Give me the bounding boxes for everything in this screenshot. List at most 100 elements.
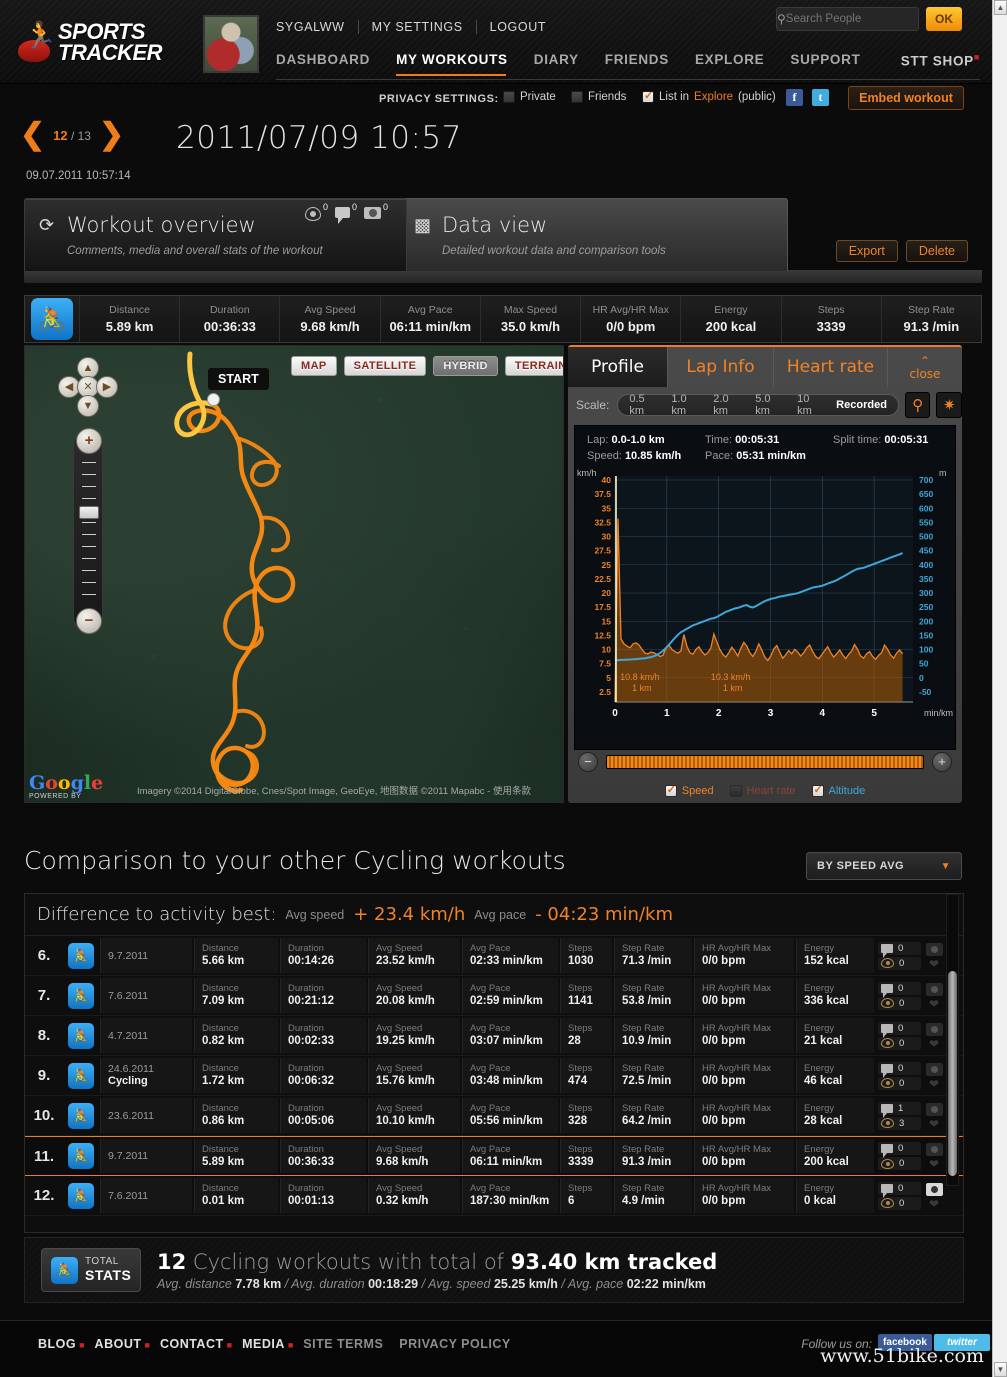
nav-dashboard[interactable]: DASHBOARD xyxy=(276,52,382,75)
chart-close-button[interactable]: ⌃ close xyxy=(887,347,962,387)
table-row[interactable]: 10. 🚴 23.6.2011 Distance 0.86 km Duratio… xyxy=(25,1096,963,1136)
heart-icon[interactable]: ❤ xyxy=(929,1118,939,1130)
row-comments[interactable]: 0 xyxy=(878,1142,921,1158)
user-link-settings[interactable]: MY SETTINGS xyxy=(359,20,476,34)
row-comments[interactable]: 1 xyxy=(878,1101,921,1118)
nav-support[interactable]: SUPPORT xyxy=(790,52,872,75)
row-views[interactable]: 0 xyxy=(878,1036,921,1050)
table-row[interactable]: 11. 🚴 9.7.2011 Distance 5.89 km Duration… xyxy=(25,1136,963,1176)
camera-icon[interactable] xyxy=(925,1102,943,1116)
chart-fullscreen-icon[interactable]: ✷ xyxy=(936,392,963,418)
facebook-share-icon[interactable]: f xyxy=(786,89,803,106)
scale-option-0-5km[interactable]: 0.5 km xyxy=(624,393,666,417)
footer-link-blog[interactable]: BLOG xyxy=(38,1337,76,1351)
nav-explore[interactable]: EXPLORE xyxy=(695,52,776,75)
map-type-satellite[interactable]: SATELLITE xyxy=(343,356,427,376)
table-row[interactable]: 8. 🚴 4.7.2011 Distance 0.82 km Duration … xyxy=(25,1016,963,1056)
tab-lap-info[interactable]: Lap Info xyxy=(667,347,773,387)
user-link-logout[interactable]: LOGOUT xyxy=(477,20,559,34)
tab-workout-overview[interactable]: ⟳ Workout overview Comments, media and o… xyxy=(24,198,407,271)
search-ok-button[interactable]: OK xyxy=(926,7,962,31)
footer-link-site-terms[interactable]: SITE TERMS xyxy=(303,1337,383,1351)
legend-heart-rate[interactable]: Heart rate xyxy=(729,785,796,797)
camera-icon[interactable] xyxy=(925,1022,943,1036)
nav-stt-shop[interactable]: STT SHOP■ xyxy=(901,52,980,77)
nav-my-workouts[interactable]: MY WORKOUTS xyxy=(396,52,520,76)
user-link-profile[interactable]: SYGALWW xyxy=(276,20,358,34)
views-counter[interactable]: 0 xyxy=(305,202,328,221)
footer-link-contact[interactable]: CONTACT xyxy=(160,1337,224,1351)
heart-icon[interactable]: ❤ xyxy=(929,1038,939,1050)
page-scrollbar[interactable]: ▲ ▼ xyxy=(992,0,1007,1377)
legend-heart-rate-checkbox[interactable] xyxy=(729,785,742,797)
heart-icon[interactable]: ❤ xyxy=(929,1078,939,1090)
chart-range-slider[interactable]: − + xyxy=(568,749,962,775)
range-plus-button[interactable]: + xyxy=(932,752,952,772)
privacy-explore[interactable]: List in Explore (public) xyxy=(642,89,776,103)
export-button[interactable]: Export xyxy=(835,240,898,262)
twitter-share-icon[interactable]: t xyxy=(812,89,829,106)
scale-option-1km[interactable]: 1.0 km xyxy=(666,393,708,417)
prev-workout-button[interactable]: ❮ xyxy=(20,120,45,150)
heart-icon[interactable]: ❤ xyxy=(929,1158,939,1170)
tab-profile[interactable]: Profile xyxy=(568,347,667,387)
explore-checkbox[interactable] xyxy=(642,89,654,103)
camera-icon[interactable] xyxy=(925,1143,943,1156)
map-zoom-slider[interactable]: + − xyxy=(73,428,103,634)
comments-counter[interactable]: 0 xyxy=(335,202,357,224)
row-views[interactable]: 3 xyxy=(878,1116,921,1130)
row-comments[interactable]: 0 xyxy=(878,1021,921,1038)
map-type-terrain[interactable]: TERRAIN xyxy=(504,356,563,376)
table-row[interactable]: 7. 🚴 7.6.2011 Distance 7.09 km Duration … xyxy=(25,976,963,1016)
delete-button[interactable]: Delete xyxy=(905,240,968,262)
nav-diary[interactable]: DIARY xyxy=(534,52,591,75)
heart-icon[interactable]: ❤ xyxy=(929,998,939,1010)
table-row[interactable]: 12. 🚴 7.6.2011 Distance 0.01 km Duration… xyxy=(25,1176,963,1216)
privacy-private[interactable]: Private xyxy=(503,91,556,103)
private-checkbox[interactable] xyxy=(503,91,515,103)
scale-option-5km[interactable]: 5.0 km xyxy=(750,393,792,417)
camera-icon[interactable] xyxy=(925,1062,943,1076)
chart-zoom-icon[interactable]: ⚲ xyxy=(904,392,931,418)
scrollbar-thumb[interactable] xyxy=(948,971,957,1176)
friends-checkbox[interactable] xyxy=(571,91,583,103)
legend-altitude[interactable]: Altitude xyxy=(811,783,865,797)
scroll-down-arrow[interactable]: ▼ xyxy=(994,1362,1007,1377)
nav-friends[interactable]: FRIENDS xyxy=(605,52,681,75)
map-type-hybrid[interactable]: HYBRID xyxy=(433,356,498,376)
site-logo[interactable]: 🏃 SPORTS TRACKER xyxy=(18,16,188,68)
sort-selector[interactable]: BY SPEED AVG ▼ xyxy=(806,852,962,880)
search-people-box[interactable]: ⚲ xyxy=(776,7,940,31)
photos-counter[interactable]: 0 xyxy=(364,202,388,221)
row-comments[interactable]: 0 xyxy=(878,941,921,958)
row-views[interactable]: 0 xyxy=(878,1076,921,1090)
range-track[interactable] xyxy=(606,755,924,769)
search-input[interactable] xyxy=(785,13,940,25)
scale-option-recorded[interactable]: Recorded xyxy=(831,399,892,411)
footer-link-privacy-policy[interactable]: PRIVACY POLICY xyxy=(399,1337,510,1351)
zoom-in-button[interactable]: + xyxy=(76,428,102,454)
heart-icon[interactable]: ❤ xyxy=(929,958,939,970)
zoom-out-button[interactable]: − xyxy=(76,608,102,634)
start-marker-dot[interactable] xyxy=(207,393,220,406)
range-minus-button[interactable]: − xyxy=(578,752,598,772)
pan-down-button[interactable]: ▼ xyxy=(77,395,99,417)
footer-link-about[interactable]: ABOUT xyxy=(95,1337,142,1351)
next-workout-button[interactable]: ❯ xyxy=(99,120,124,150)
pan-right-button[interactable]: ▶ xyxy=(96,376,118,398)
camera-icon[interactable] xyxy=(925,982,943,996)
camera-icon[interactable] xyxy=(925,1182,943,1196)
row-comments[interactable]: 0 xyxy=(878,1061,921,1078)
embed-workout-button[interactable]: Embed workout xyxy=(848,86,964,110)
row-views[interactable]: 0 xyxy=(878,956,921,970)
scale-option-10km[interactable]: 10 km xyxy=(792,393,831,417)
chart-plot[interactable]: Lap: 0.0-1.0 km Time: 00:05:31 Split tim… xyxy=(574,425,956,750)
row-comments[interactable]: 0 xyxy=(878,981,921,998)
legend-altitude-checkbox[interactable] xyxy=(811,783,824,797)
legend-speed-checkbox[interactable] xyxy=(664,783,677,797)
zoom-slider-thumb[interactable] xyxy=(79,506,99,519)
footer-link-media[interactable]: MEDIA xyxy=(242,1337,285,1351)
scroll-up-arrow[interactable]: ▲ xyxy=(994,0,1007,15)
route-map[interactable]: MAP SATELLITE HYBRID TERRAIN ▲ ◀ ✕ ▶ ▼ +… xyxy=(24,345,564,803)
scale-option-2km[interactable]: 2.0 km xyxy=(708,393,750,417)
